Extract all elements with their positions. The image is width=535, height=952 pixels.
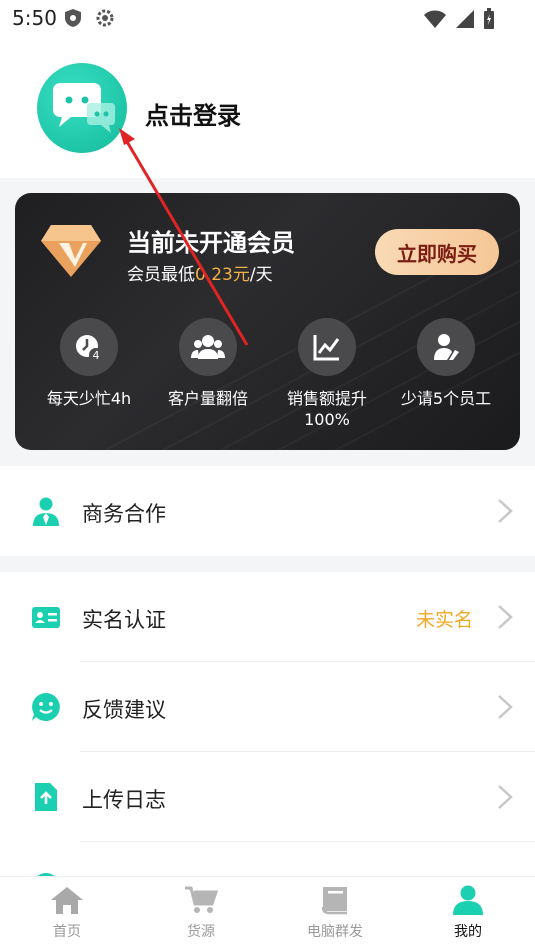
chevron-right-icon <box>497 784 513 810</box>
menu-label-upload-log: 上传日志 <box>82 788 166 812</box>
tab-pc-broadcast[interactable]: 电脑群发 <box>275 885 395 941</box>
settings-menu-block: 实名认证 未实名 反馈建议 上传日志 <box>0 572 535 876</box>
menu-item-feedback[interactable]: 反馈建议 <box>0 662 535 752</box>
menu-label-realname: 实名认证 <box>82 608 166 632</box>
bottom-tab-bar: 首页 货源 电脑群发 我的 <box>0 876 535 952</box>
menu-item-realname[interactable]: 实名认证 未实名 <box>0 572 535 662</box>
menu-item-partial[interactable] <box>0 842 535 876</box>
menu-item-upload-log[interactable]: 上传日志 <box>0 752 535 842</box>
smile-chat-icon <box>31 692 61 722</box>
book-icon <box>321 887 347 915</box>
person-icon <box>453 885 483 915</box>
upload-file-icon <box>31 782 61 812</box>
section-separator <box>0 556 535 572</box>
cart-icon <box>185 886 219 913</box>
menu-item-business[interactable]: 商务合作 <box>0 466 535 556</box>
tab-source[interactable]: 货源 <box>141 885 261 941</box>
menu-label-business: 商务合作 <box>82 502 166 526</box>
person-tie-icon <box>31 496 61 526</box>
realname-status: 未实名 <box>415 609 473 631</box>
tab-label: 首页 <box>53 924 81 940</box>
business-menu-block: 商务合作 <box>0 466 535 556</box>
home-icon <box>51 887 83 914</box>
tab-label: 我的 <box>454 924 482 940</box>
id-card-icon <box>31 602 61 632</box>
tab-label: 电脑群发 <box>307 924 363 940</box>
tab-label: 货源 <box>187 924 215 940</box>
chevron-right-icon <box>497 498 513 524</box>
chevron-right-icon <box>497 604 513 630</box>
tab-mine[interactable]: 我的 <box>408 885 528 941</box>
menu-label-feedback: 反馈建议 <box>82 698 166 722</box>
tab-home[interactable]: 首页 <box>7 885 127 941</box>
chevron-right-icon <box>497 694 513 720</box>
